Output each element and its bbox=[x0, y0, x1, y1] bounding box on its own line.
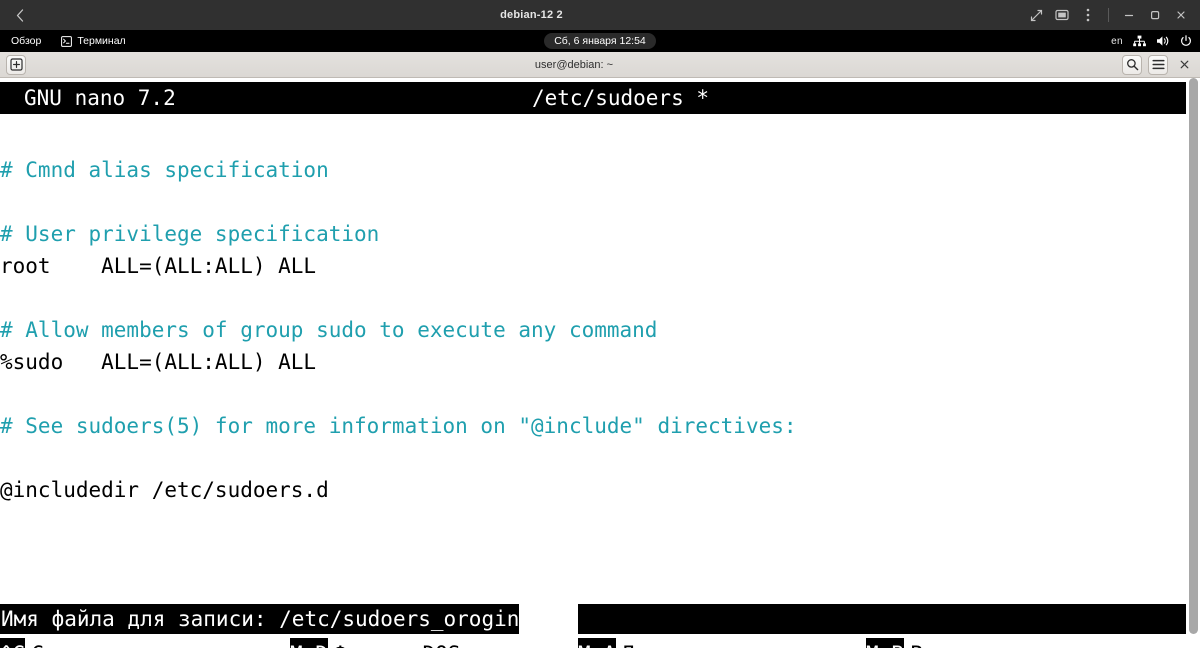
overflow-menu-icon[interactable] bbox=[1075, 0, 1101, 30]
gnome-top-panel: Обзор Терминал Сб, 6 января 12:54 en bbox=[0, 30, 1200, 52]
nano-line bbox=[0, 186, 1186, 218]
fullscreen-icon[interactable] bbox=[1023, 0, 1049, 30]
nano-shortcut-key: M-A bbox=[578, 638, 616, 648]
nano-filename-label: /etc/sudoers * bbox=[532, 86, 710, 110]
gnome-panel-center: Сб, 6 января 12:54 bbox=[0, 33, 1200, 49]
nano-line: # User privilege specification bbox=[0, 222, 380, 246]
terminal-headerbar: user@debian: ~ bbox=[0, 52, 1200, 78]
app-menu-label: Терминал bbox=[77, 35, 126, 47]
overview-label: Обзор bbox=[11, 35, 42, 47]
nano-shortcut-label: Резерв. копия bbox=[903, 637, 1075, 648]
vm-window-controls bbox=[1023, 0, 1200, 30]
nano-line: root ALL=(ALL:ALL) ALL bbox=[0, 254, 317, 278]
maximize-button[interactable] bbox=[1142, 0, 1168, 30]
nano-shortcut[interactable]: M-BРезерв. копия bbox=[866, 637, 1075, 648]
nano-shortcut[interactable]: M-AДоп. в начало bbox=[578, 637, 787, 648]
vm-window-titlebar: debian-12 2 bbox=[0, 0, 1200, 30]
nano-line: %sudo ALL=(ALL:ALL) ALL bbox=[0, 350, 317, 374]
close-icon[interactable] bbox=[1174, 55, 1194, 75]
vm-window-title: debian-12 2 bbox=[500, 9, 563, 21]
nano-text-area[interactable]: # Cmnd alias specification # User privile… bbox=[0, 122, 1186, 570]
nano-line: # Allow members of group sudo to execute… bbox=[0, 318, 658, 342]
terminal-scrollbar[interactable] bbox=[1189, 78, 1198, 646]
nano-line: # See sudoers(5) for more information on… bbox=[0, 414, 797, 438]
nano-prompt-label: Имя файла для записи: bbox=[1, 607, 280, 631]
gnome-panel-left: Обзор Терминал bbox=[8, 34, 129, 48]
nano-line bbox=[0, 538, 1186, 570]
terminal-title: user@debian: ~ bbox=[534, 58, 614, 71]
nano-shortcut[interactable]: M-DФормат DOS bbox=[290, 637, 461, 648]
scrollbar-thumb[interactable] bbox=[1189, 78, 1198, 634]
nano-line: # Cmnd alias specification bbox=[0, 158, 329, 182]
nano-shortcut-label: Доп. в начало bbox=[615, 637, 787, 648]
volume-icon[interactable] bbox=[1156, 35, 1170, 47]
nano-line: @includedir /etc/sudoers.d bbox=[0, 478, 329, 502]
nano-titlebar: GNU nano 7.2 /etc/sudoers * bbox=[0, 82, 1186, 114]
minimize-button[interactable] bbox=[1116, 0, 1142, 30]
nano-line bbox=[0, 442, 1186, 474]
new-tab-icon[interactable] bbox=[6, 54, 26, 75]
nano-shortcut-key: M-B bbox=[866, 638, 904, 648]
clock-button[interactable]: Сб, 6 января 12:54 bbox=[544, 33, 656, 49]
terminal-content[interactable]: GNU nano 7.2 /etc/sudoers * # Cmnd alias… bbox=[0, 78, 1200, 648]
nano-line bbox=[0, 378, 1186, 410]
nano-shortcut-label: Формат DOS bbox=[327, 637, 461, 648]
app-menu-terminal[interactable]: Терминал bbox=[58, 34, 128, 48]
display-icon[interactable] bbox=[1049, 0, 1075, 30]
terminal-icon bbox=[61, 35, 73, 47]
nano-editor[interactable]: GNU nano 7.2 /etc/sudoers * # Cmnd alias… bbox=[0, 78, 1200, 648]
nano-line bbox=[0, 122, 1186, 154]
screen-root: debian-12 2 Обзор Терминал Сб, 6 января … bbox=[0, 0, 1200, 648]
nano-version-label: GNU nano 7.2 bbox=[24, 86, 176, 110]
power-icon[interactable] bbox=[1180, 35, 1192, 47]
text-cursor bbox=[519, 604, 532, 634]
gnome-panel-right: en bbox=[1111, 35, 1192, 47]
terminal-header-actions bbox=[1122, 54, 1194, 75]
nano-prompt-value[interactable]: /etc/sudoers_orogin bbox=[279, 603, 519, 635]
search-icon[interactable] bbox=[1122, 54, 1142, 75]
network-wired-icon[interactable] bbox=[1133, 35, 1146, 47]
nano-shortcut-key: ^G bbox=[0, 638, 26, 648]
nano-line bbox=[0, 506, 1186, 538]
close-button[interactable] bbox=[1168, 0, 1194, 30]
nano-shortcut-row-1: ^GСправкаM-DФормат DOSM-AДоп. в началоM-… bbox=[0, 637, 1186, 648]
hamburger-menu-icon[interactable] bbox=[1148, 54, 1168, 75]
nano-line bbox=[0, 282, 1186, 314]
overview-button[interactable]: Обзор bbox=[8, 34, 44, 48]
nano-shortcut-label: Справка bbox=[25, 637, 120, 648]
titlebar-divider bbox=[1108, 8, 1109, 22]
nano-filename-prompt[interactable]: Имя файла для записи: /etc/sudoers_orogi… bbox=[0, 604, 532, 634]
chevron-left-icon[interactable] bbox=[0, 0, 40, 30]
nano-shortcut[interactable]: ^GСправка bbox=[0, 637, 120, 648]
keyboard-layout-indicator[interactable]: en bbox=[1111, 36, 1123, 47]
nano-shortcut-key: M-D bbox=[290, 638, 328, 648]
nano-prompt-filler bbox=[578, 604, 1186, 634]
